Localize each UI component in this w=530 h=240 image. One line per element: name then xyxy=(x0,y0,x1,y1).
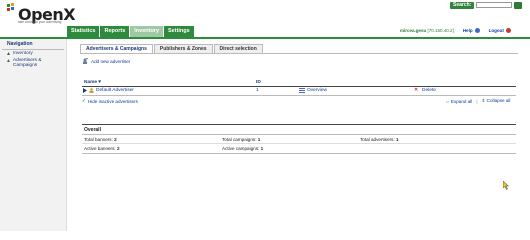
help-icon xyxy=(474,28,480,33)
total-banners-value: 2 xyxy=(114,137,117,142)
overall-title: Overall xyxy=(84,127,101,133)
overall-bottom-line xyxy=(82,153,516,154)
nav-item-advertisers-campaigns[interactable]: Advertisers & Campaigns xyxy=(0,57,66,69)
search-go-button[interactable] xyxy=(514,1,523,9)
total-advertisers-value: 1 xyxy=(396,137,399,142)
overall-header-line xyxy=(82,134,516,135)
collapse-all-label[interactable]: Collapse all xyxy=(487,98,511,103)
total-campaigns-label: Total campaigns: xyxy=(222,137,257,142)
subtabs: Advertisers & Campaigns Publishers & Zon… xyxy=(80,44,264,53)
total-advertisers: Total advertisers: 1 xyxy=(360,137,399,142)
collapse-all-link[interactable]: ⇕ Collapse all xyxy=(482,98,511,104)
hide-inactive-label[interactable]: Hide inactive advertisers xyxy=(88,99,138,104)
user-ip: [70.150.40.2] xyxy=(427,28,454,33)
search-box: Search: xyxy=(450,1,523,9)
logout-icon xyxy=(505,28,511,33)
expand-arrow-icon[interactable] xyxy=(83,88,87,95)
active-campaigns-label: Active campaigns: xyxy=(222,146,260,151)
active-banners-value: 2 xyxy=(116,146,120,151)
total-banners: Total banners: 2 xyxy=(84,137,117,142)
add-advertiser-icon xyxy=(83,58,88,64)
total-campaigns: Total campaigns: 1 xyxy=(222,137,260,142)
sort-down-icon: ▾ xyxy=(98,80,101,85)
table-row: Default Advertiser 1 Overview ✕ Delete xyxy=(82,88,516,94)
subtab-divider xyxy=(80,53,518,54)
nav-item-label: Advertisers & Campaigns xyxy=(12,58,42,68)
user-links: mircea.gesu [70.150.40.2] Help Logout xyxy=(400,28,511,33)
subtab-publishers-zones[interactable]: Publishers & Zones xyxy=(153,44,213,53)
advertiser-id[interactable]: 1 xyxy=(256,88,259,93)
mouse-cursor-icon xyxy=(503,181,509,190)
nav-item-inventory[interactable]: Inventory xyxy=(0,50,66,57)
triangle-up-icon xyxy=(7,59,10,62)
triangle-up-icon xyxy=(7,52,10,55)
total-banners-label: Total banners: xyxy=(84,137,113,142)
hide-inactive-link[interactable]: ✓ Hide inactive advertisers xyxy=(82,98,138,104)
expand-all-label[interactable]: Expand all xyxy=(451,99,472,104)
main-tabs: Statistics Reports Inventory Settings xyxy=(67,26,195,37)
column-header-id[interactable]: ID xyxy=(256,80,261,85)
tab-inventory[interactable]: Inventory xyxy=(130,26,164,37)
active-banners-label: Active banners: xyxy=(84,146,116,151)
collapse-all-icon: ⇕ xyxy=(481,98,486,103)
tab-statistics[interactable]: Statistics xyxy=(67,26,100,37)
active-banners: Active banners: 2 xyxy=(84,146,120,151)
separator: | xyxy=(476,98,478,104)
help-link[interactable]: Help xyxy=(463,28,480,33)
total-advertisers-label: Total advertisers: xyxy=(360,137,395,142)
add-advertiser-link[interactable]: Add new advertiser xyxy=(82,58,130,64)
active-campaigns-value: 1 xyxy=(260,146,264,151)
expand-all-icon: ⇔ xyxy=(445,98,450,104)
column-header-name[interactable]: Name ▾ xyxy=(84,80,101,85)
header-divider xyxy=(0,37,530,39)
add-advertiser-label[interactable]: Add new advertiser xyxy=(91,59,130,64)
delete-icon: ✕ xyxy=(414,88,419,93)
tab-reports[interactable]: Reports xyxy=(100,26,130,37)
total-campaigns-value: 1 xyxy=(257,137,261,142)
active-campaigns: Active campaigns: 1 xyxy=(222,146,263,151)
logout-link[interactable]: Logout xyxy=(489,28,511,33)
column-name-label: Name xyxy=(84,80,98,85)
overview-icon xyxy=(299,88,305,95)
logout-label[interactable]: Logout xyxy=(489,28,504,33)
logo-mark-icon xyxy=(7,3,14,11)
left-navigation: Navigation Inventory Advertisers & Campa… xyxy=(0,39,67,231)
search-label: Search: xyxy=(450,1,475,9)
logo-tagline: take control of your advertising xyxy=(18,20,62,24)
subtab-advertisers-campaigns[interactable]: Advertisers & Campaigns xyxy=(80,44,153,53)
overview-link[interactable]: Overview xyxy=(307,88,327,93)
subtab-direct-selection[interactable]: Direct selection xyxy=(213,44,263,53)
delete-link[interactable]: Delete xyxy=(422,88,436,93)
nav-item-label: Inventory xyxy=(13,51,33,56)
advertiser-name-link[interactable]: Default Advertiser xyxy=(96,88,134,93)
expand-collapse-controls: ⇔ Expand all | ⇕ Collapse all xyxy=(445,98,510,104)
header: OpenX take control of your advertising S… xyxy=(0,0,530,37)
help-label[interactable]: Help xyxy=(463,28,473,33)
nav-title: Navigation xyxy=(7,41,33,47)
user-name: mircea.gesu xyxy=(400,28,427,33)
advertiser-icon xyxy=(89,88,94,95)
overall-top-line xyxy=(82,124,516,125)
search-input[interactable] xyxy=(476,2,513,8)
table-row-line xyxy=(82,95,516,96)
expand-all-link[interactable]: ⇔ Expand all xyxy=(445,99,472,104)
user-info: mircea.gesu [70.150.40.2] xyxy=(400,28,454,33)
tab-settings[interactable]: Settings xyxy=(164,26,194,37)
overall-row-line xyxy=(82,143,516,144)
hide-inactive-icon: ✓ xyxy=(82,98,86,103)
table-header-line xyxy=(82,86,516,87)
openx-logo[interactable]: OpenX take control of your advertising xyxy=(6,3,76,25)
